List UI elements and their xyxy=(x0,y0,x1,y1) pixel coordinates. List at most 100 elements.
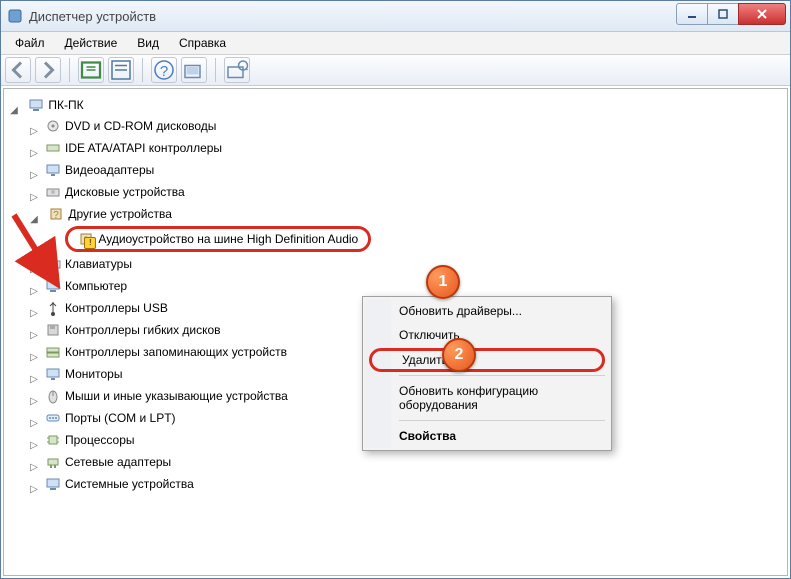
tree-item-dvd[interactable]: DVD и CD-ROM дисководы xyxy=(42,117,219,135)
context-menu-separator xyxy=(399,375,605,376)
device-manager-window: Диспетчер устройств Файл Действие Вид Сп… xyxy=(0,0,791,579)
expand-icon[interactable]: ▷ xyxy=(28,374,40,385)
system-device-icon xyxy=(45,476,61,492)
tree-item-ide[interactable]: IDE ATA/ATAPI контроллеры xyxy=(42,139,225,157)
tree-panel[interactable]: ◢ ПК-ПК ▷DVD и CD-ROM дисководы ▷IDE ATA… xyxy=(3,88,788,576)
toolbar-scan-hardware-button[interactable] xyxy=(224,57,250,83)
tree-item-disk[interactable]: Дисковые устройства xyxy=(42,183,188,201)
tree-item-computer[interactable]: Компьютер xyxy=(42,277,130,295)
tree-item-floppy[interactable]: Контроллеры гибких дисков xyxy=(42,321,224,339)
expand-icon[interactable]: ▷ xyxy=(28,396,40,407)
tree-item-system[interactable]: Системные устройства xyxy=(42,475,197,493)
expand-icon[interactable]: ▷ xyxy=(28,308,40,319)
tree-item-label: Видеоадаптеры xyxy=(65,163,154,177)
context-menu-properties[interactable]: Свойства xyxy=(365,424,609,448)
expand-icon[interactable]: ▷ xyxy=(28,264,40,275)
context-menu-scan-hardware[interactable]: Обновить конфигурацию оборудования xyxy=(365,379,609,417)
expand-icon[interactable]: ▷ xyxy=(28,440,40,451)
expand-icon[interactable]: ▷ xyxy=(28,286,40,297)
menu-file[interactable]: Файл xyxy=(5,34,55,52)
mouse-icon xyxy=(45,388,61,404)
annotation-badge-2: 2 xyxy=(442,338,476,372)
tree-item-label: Системные устройства xyxy=(65,477,194,491)
tree-item-label: Контроллеры гибких дисков xyxy=(65,323,221,337)
tree-item-hd-audio[interactable]: ? ! Аудиоустройство на шине High Definit… xyxy=(65,226,371,252)
tree-item-label: Процессоры xyxy=(65,433,135,447)
expand-icon[interactable]: ▷ xyxy=(28,126,40,137)
monitor-icon xyxy=(45,366,61,382)
tree-item-storage[interactable]: Контроллеры запоминающих устройств xyxy=(42,343,290,361)
processor-icon xyxy=(45,432,61,448)
menu-view[interactable]: Вид xyxy=(127,34,169,52)
window-title: Диспетчер устройств xyxy=(29,9,156,24)
optical-drive-icon xyxy=(45,118,61,134)
context-menu-delete[interactable]: Удалить xyxy=(369,348,605,372)
tree-item-keyboards[interactable]: Клавиатуры xyxy=(42,255,135,273)
toolbar-separator xyxy=(69,58,70,82)
usb-controller-icon xyxy=(45,300,61,316)
expand-icon[interactable]: ▷ xyxy=(28,330,40,341)
tree-root[interactable]: ПК-ПК xyxy=(25,96,86,114)
toolbar-separator xyxy=(215,58,216,82)
expand-icon[interactable]: ▷ xyxy=(28,352,40,363)
expand-icon[interactable]: ▷ xyxy=(28,418,40,429)
minimize-button[interactable] xyxy=(676,3,708,25)
floppy-controller-icon xyxy=(45,322,61,338)
tree-item-other-devices[interactable]: ? Другие устройства xyxy=(45,205,175,223)
tree-item-processors[interactable]: Процессоры xyxy=(42,431,138,449)
toolbar-show-hidden-button[interactable] xyxy=(78,57,104,83)
tree-item-label: Дисковые устройства xyxy=(65,185,185,199)
ide-controller-icon xyxy=(45,140,61,156)
expand-icon[interactable]: ▷ xyxy=(28,462,40,473)
tree-root-label: ПК-ПК xyxy=(48,98,83,112)
context-menu-separator xyxy=(399,420,605,421)
toolbar-forward-button[interactable] xyxy=(35,57,61,83)
expand-icon[interactable]: ▷ xyxy=(28,148,40,159)
menu-action[interactable]: Действие xyxy=(55,34,128,52)
network-adapter-icon xyxy=(45,454,61,470)
expand-icon[interactable]: ▷ xyxy=(28,170,40,181)
computer-icon xyxy=(28,97,44,113)
context-menu: Обновить драйверы... Отключить Удалить О… xyxy=(362,296,612,451)
tree-item-label: Клавиатуры xyxy=(65,257,132,271)
tree-item-mice[interactable]: Мыши и иные указывающие устройства xyxy=(42,387,291,405)
tree-item-label: DVD и CD-ROM дисководы xyxy=(65,119,216,133)
tree-item-label: Контроллеры USB xyxy=(65,301,168,315)
tree-item-label: Аудиоустройство на шине High Definition … xyxy=(98,232,358,246)
close-button[interactable] xyxy=(738,3,786,25)
storage-controller-icon xyxy=(45,344,61,360)
toolbar-scan-button[interactable] xyxy=(181,57,207,83)
maximize-button[interactable] xyxy=(707,3,739,25)
content-area: ◢ ПК-ПК ▷DVD и CD-ROM дисководы ▷IDE ATA… xyxy=(1,86,790,578)
window-controls xyxy=(677,3,786,25)
unknown-device-icon: ? xyxy=(48,206,64,222)
toolbar-back-button[interactable] xyxy=(5,57,31,83)
titlebar[interactable]: Диспетчер устройств xyxy=(1,1,790,32)
app-icon xyxy=(7,8,23,24)
tree-item-network[interactable]: Сетевые адаптеры xyxy=(42,453,174,471)
context-menu-update-drivers[interactable]: Обновить драйверы... xyxy=(365,299,609,323)
tree-item-video[interactable]: Видеоадаптеры xyxy=(42,161,157,179)
tree-item-label: Сетевые адаптеры xyxy=(65,455,171,469)
expand-icon[interactable]: ▷ xyxy=(28,192,40,203)
collapse-icon[interactable]: ◢ xyxy=(28,214,40,225)
tree-item-label: Другие устройства xyxy=(68,207,172,221)
toolbar: ? xyxy=(1,55,790,86)
tree-item-monitors[interactable]: Мониторы xyxy=(42,365,125,383)
context-menu-disable[interactable]: Отключить xyxy=(365,323,609,347)
toolbar-help-button[interactable]: ? xyxy=(151,57,177,83)
tree-item-ports[interactable]: Порты (COM и LPT) xyxy=(42,409,179,427)
menubar: Файл Действие Вид Справка xyxy=(1,32,790,55)
collapse-icon[interactable]: ◢ xyxy=(8,105,20,116)
computer-icon xyxy=(45,278,61,294)
keyboard-icon xyxy=(45,256,61,272)
tree-item-label: Мониторы xyxy=(65,367,122,381)
disk-drive-icon xyxy=(45,184,61,200)
tree-item-usb[interactable]: Контроллеры USB xyxy=(42,299,171,317)
tree-item-label: Компьютер xyxy=(65,279,127,293)
expand-icon[interactable]: ▷ xyxy=(28,484,40,495)
toolbar-properties-button[interactable] xyxy=(108,57,134,83)
menu-help[interactable]: Справка xyxy=(169,34,236,52)
annotation-badge-1: 1 xyxy=(426,265,460,299)
ports-icon xyxy=(45,410,61,426)
